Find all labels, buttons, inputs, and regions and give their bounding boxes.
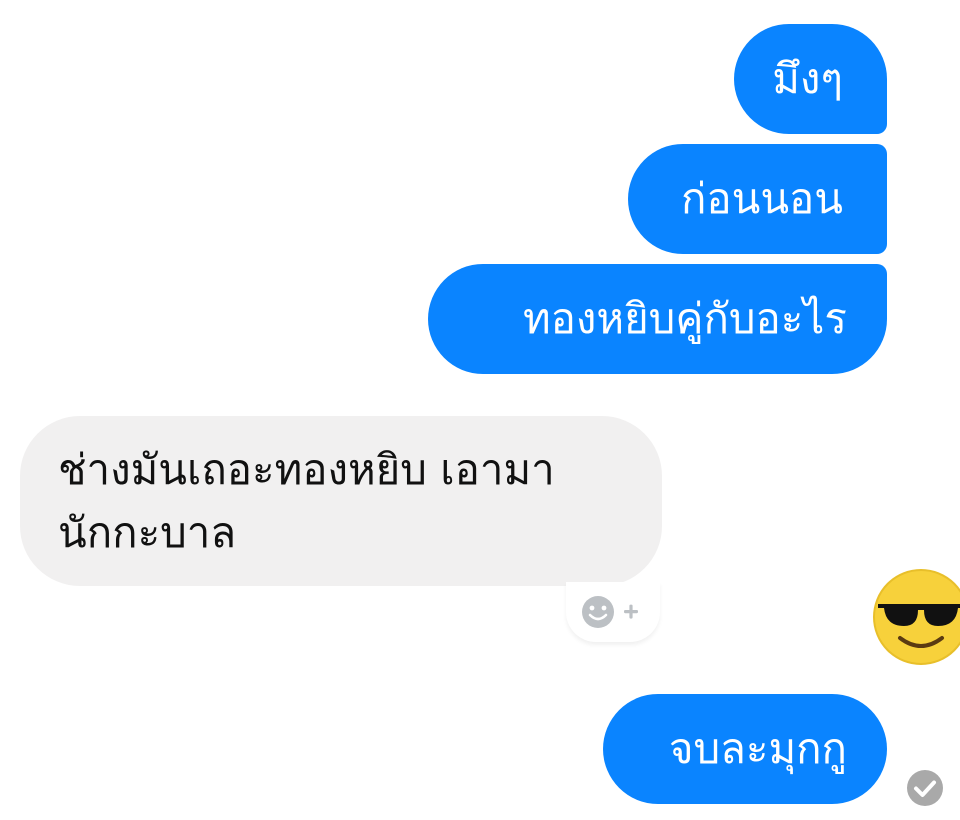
read-receipt	[905, 768, 945, 808]
incoming-message[interactable]: ช่างมันเถอะทองหยิบ เอามานักกะบาล	[20, 416, 662, 586]
outgoing-message[interactable]: มึงๆ	[734, 24, 887, 134]
outgoing-message[interactable]: ทองหยิบคู่กับอะไร	[428, 264, 887, 374]
message-text: ก่อนนอน	[680, 174, 843, 224]
message-text: มึงๆ	[772, 54, 843, 104]
outgoing-message[interactable]: จบละมุกกู	[603, 694, 887, 804]
message-text: จบละมุกกู	[668, 724, 847, 774]
check-circle-icon	[907, 770, 943, 806]
add-reaction-button[interactable]	[566, 582, 660, 642]
message-text: ทองหยิบคู่กับอะไร	[522, 294, 847, 344]
sunglasses-emoji-icon	[873, 569, 960, 665]
outgoing-message[interactable]: ก่อนนอน	[628, 144, 887, 254]
seen-avatar	[872, 568, 960, 666]
message-text: ช่างมันเถอะทองหยิบ เอามานักกะบาล	[58, 445, 555, 557]
smiley-plus-icon	[582, 596, 638, 628]
